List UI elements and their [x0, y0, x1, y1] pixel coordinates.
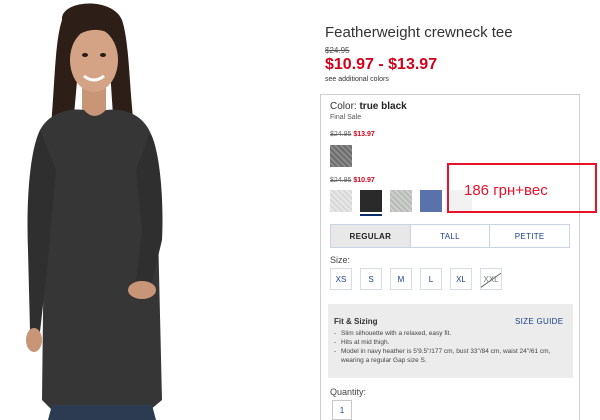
product-photo: [0, 0, 205, 420]
size-label: Size:: [330, 255, 351, 265]
product-title: Featherweight crewneck tee: [325, 24, 513, 41]
price-tier: $24.95 $13.97: [330, 131, 375, 138]
size-button-xs[interactable]: XS: [330, 268, 352, 290]
see-additional-colors-link[interactable]: see additional colors: [325, 76, 389, 83]
size-guide-link[interactable]: SIZE GUIDE: [515, 317, 563, 326]
tier-original-price: $24.95: [330, 177, 352, 184]
size-button-s[interactable]: S: [360, 268, 382, 290]
color-swatch-silver-heather[interactable]: [390, 190, 412, 212]
fit-sizing-bullet: Hits at mid thigh.: [334, 338, 570, 347]
color-swatch-light-grey[interactable]: [330, 190, 352, 212]
fit-sizing-bullet: Model in navy heather is 5'9.5"/177 cm, …: [334, 347, 570, 365]
size-button-l[interactable]: L: [420, 268, 442, 290]
fit-sizing-heading: Fit & Sizing: [334, 317, 378, 326]
fit-sizing-bullet: Slim silhouette with a relaxed, easy fit…: [334, 329, 570, 338]
color-label: Color: true black: [330, 101, 407, 112]
size-button-m[interactable]: M: [390, 268, 412, 290]
model-illustration: [26, 3, 163, 420]
sale-price-range: $10.97 - $13.97: [325, 56, 438, 73]
original-price: $24.95: [325, 46, 350, 55]
annotation-price-note: 186 грн+вес: [464, 182, 548, 199]
price-tier: $24.95 $10.97: [330, 177, 375, 184]
size-button-xl[interactable]: XL: [450, 268, 472, 290]
selected-swatch-indicator: [360, 214, 382, 216]
size-button-xxl-unavailable: XXL: [480, 268, 502, 290]
tier-sale-price: $13.97: [353, 131, 375, 138]
quantity-label: Quantity:: [330, 387, 367, 397]
color-label-prefix: Color:: [330, 101, 357, 112]
quantity-input[interactable]: 1: [332, 400, 352, 420]
final-sale-note: Final Sale: [330, 114, 362, 121]
selected-color-name: true black: [359, 101, 407, 112]
tab-petite[interactable]: PETITE: [490, 225, 569, 247]
fit-tabs: REGULAR TALL PETITE: [330, 224, 570, 248]
tier-sale-price: $10.97: [353, 177, 375, 184]
tab-tall[interactable]: TALL: [411, 225, 491, 247]
tab-regular[interactable]: REGULAR: [331, 225, 411, 247]
color-swatch-blue-heather[interactable]: [420, 190, 442, 212]
tier-original-price: $24.95: [330, 131, 352, 138]
color-swatch-heather-dark-grey[interactable]: [330, 145, 352, 167]
color-swatch-true-black[interactable]: [360, 190, 382, 212]
fit-sizing-list: Slim silhouette with a relaxed, easy fit…: [334, 329, 570, 365]
